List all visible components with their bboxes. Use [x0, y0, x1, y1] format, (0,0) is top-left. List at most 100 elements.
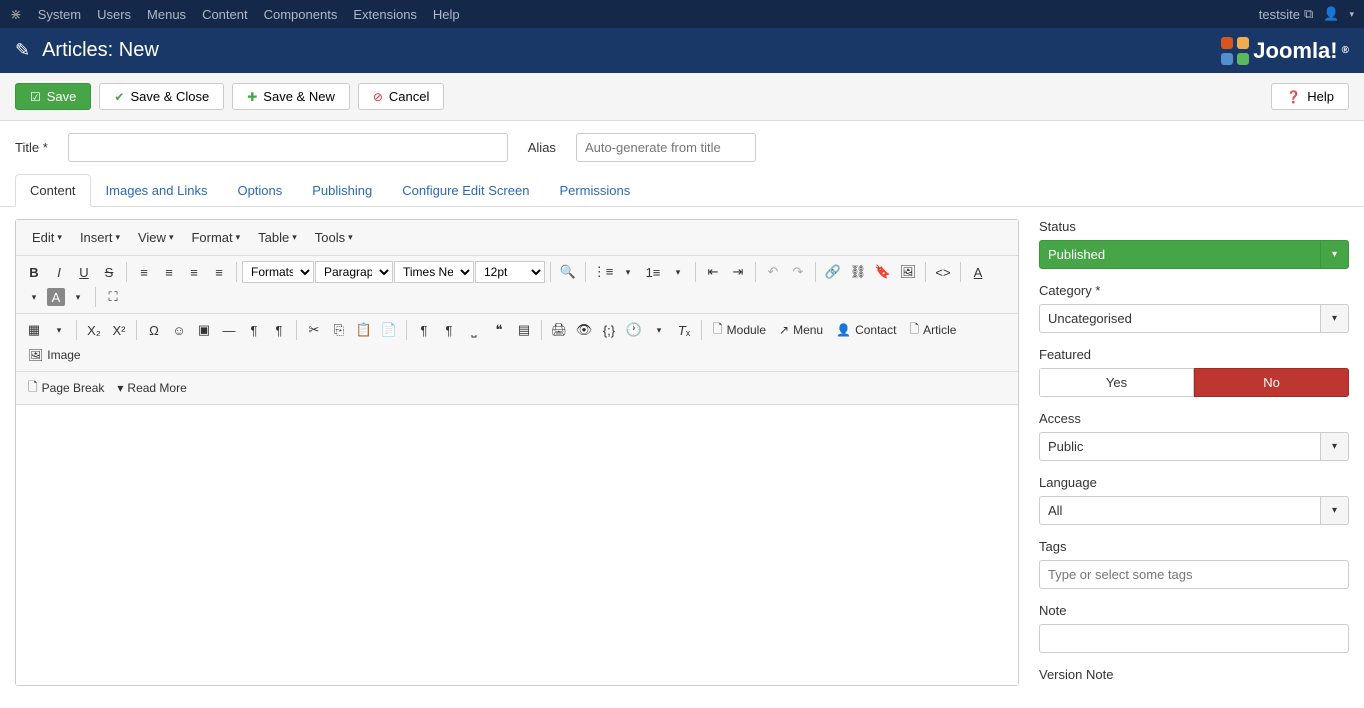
- rtl-icon[interactable]: ¶: [267, 318, 291, 342]
- clear-format-icon[interactable]: Tₓ: [672, 318, 696, 342]
- alias-input[interactable]: [576, 133, 756, 162]
- preview-icon[interactable]: 👁: [572, 318, 596, 342]
- anchor-icon[interactable]: 🔖: [871, 260, 895, 284]
- editor-menu-view[interactable]: View▾: [130, 226, 181, 249]
- caret-down-icon[interactable]: ▾: [22, 285, 46, 309]
- note-input[interactable]: [1039, 624, 1349, 653]
- contact-button[interactable]: 👤Contact: [830, 318, 902, 342]
- undo-icon[interactable]: ↶: [761, 260, 785, 284]
- italic-icon[interactable]: I: [47, 260, 71, 284]
- font-select[interactable]: Times Ne...: [394, 261, 474, 283]
- editor-menu-edit[interactable]: Edit▾: [24, 226, 70, 249]
- code-icon[interactable]: <>: [931, 260, 955, 284]
- paste-icon[interactable]: 📋: [352, 318, 376, 342]
- formats-select[interactable]: Formats: [242, 261, 314, 283]
- outdent-icon[interactable]: ⇤: [701, 260, 725, 284]
- image-button[interactable]: 🖼Image: [22, 343, 87, 367]
- ltr-icon[interactable]: ¶: [242, 318, 266, 342]
- save-button[interactable]: ☑Save: [15, 83, 91, 110]
- codesample-icon[interactable]: {;}: [597, 318, 621, 342]
- caret-down-icon[interactable]: ▾: [66, 285, 90, 309]
- strikethrough-icon[interactable]: S: [97, 260, 121, 284]
- caret-down-icon[interactable]: ▾: [647, 318, 671, 342]
- paragraph-select[interactable]: Paragraph: [315, 261, 393, 283]
- fullscreen-icon[interactable]: ⛶: [101, 285, 125, 309]
- readmore-button[interactable]: ▾Read More: [111, 376, 192, 400]
- access-select[interactable]: Public ▾: [1039, 432, 1349, 461]
- menu-button[interactable]: ↗Menu: [773, 318, 829, 342]
- help-button[interactable]: ❓Help: [1271, 83, 1349, 110]
- bold-icon[interactable]: B: [22, 260, 46, 284]
- editor-menu-table[interactable]: Table▾: [250, 226, 305, 249]
- image-icon[interactable]: 🖼: [896, 260, 920, 284]
- caret-down-icon[interactable]: ▾: [616, 260, 640, 284]
- pagebreak-button[interactable]: 🗋Page Break: [22, 376, 110, 400]
- link-icon[interactable]: 🔗: [821, 260, 845, 284]
- unlink-icon[interactable]: ⛓: [846, 260, 870, 284]
- save-new-button[interactable]: ✚Save & New: [232, 83, 350, 110]
- special-char-icon[interactable]: Ω: [142, 318, 166, 342]
- fontsize-select[interactable]: 12pt: [475, 261, 545, 283]
- blockquote-icon[interactable]: ❝: [487, 318, 511, 342]
- title-input[interactable]: [68, 133, 508, 162]
- superscript-icon[interactable]: X²: [107, 318, 131, 342]
- joomla-icon[interactable]: ⋇: [10, 6, 22, 23]
- number-list-icon[interactable]: 1≡: [641, 260, 665, 284]
- tags-input[interactable]: [1039, 560, 1349, 589]
- caret-down-icon[interactable]: ▾: [1321, 240, 1349, 269]
- menu-help[interactable]: Help: [433, 7, 460, 22]
- editor-menu-tools[interactable]: Tools▾: [307, 226, 361, 249]
- menu-content[interactable]: Content: [202, 7, 248, 22]
- show-blocks-icon[interactable]: ¶: [437, 318, 461, 342]
- caret-down-icon[interactable]: ▾: [1321, 496, 1349, 525]
- article-button[interactable]: 🗋Article: [903, 318, 962, 342]
- category-select[interactable]: Uncategorised ▾: [1039, 304, 1349, 333]
- caret-down-icon[interactable]: ▾: [47, 318, 71, 342]
- caret-down-icon[interactable]: ▾: [1321, 304, 1349, 333]
- align-justify-icon[interactable]: ≡: [207, 260, 231, 284]
- menu-users[interactable]: Users: [97, 7, 131, 22]
- caret-down-icon[interactable]: ▾: [666, 260, 690, 284]
- save-close-button[interactable]: ✔Save & Close: [99, 83, 224, 110]
- module-button[interactable]: 🗋Module: [707, 318, 772, 342]
- text-color-icon[interactable]: A: [966, 260, 990, 284]
- menu-system[interactable]: System: [38, 7, 81, 22]
- menu-components[interactable]: Components: [264, 7, 338, 22]
- user-icon[interactable]: 👤: [1323, 6, 1339, 22]
- editor-menu-format[interactable]: Format▾: [183, 226, 248, 249]
- tab-configure-edit[interactable]: Configure Edit Screen: [387, 174, 544, 206]
- site-link[interactable]: testsite ⧉: [1259, 6, 1313, 22]
- align-center-icon[interactable]: ≡: [157, 260, 181, 284]
- copy-icon[interactable]: ⎘: [327, 318, 351, 342]
- indent-icon[interactable]: ⇥: [726, 260, 750, 284]
- emoji-icon[interactable]: ☺: [167, 318, 191, 342]
- menu-extensions[interactable]: Extensions: [353, 7, 417, 22]
- menu-menus[interactable]: Menus: [147, 7, 186, 22]
- hr-icon[interactable]: ―: [217, 318, 241, 342]
- tab-options[interactable]: Options: [222, 174, 297, 206]
- editor-body[interactable]: [16, 405, 1018, 685]
- align-left-icon[interactable]: ≡: [132, 260, 156, 284]
- cut-icon[interactable]: ✂: [302, 318, 326, 342]
- underline-icon[interactable]: U: [72, 260, 96, 284]
- nbsp-icon[interactable]: ⎵: [462, 318, 486, 342]
- tab-publishing[interactable]: Publishing: [297, 174, 387, 206]
- caret-down-icon[interactable]: ▾: [1349, 9, 1354, 20]
- print-icon[interactable]: 🖨: [547, 318, 571, 342]
- table-icon[interactable]: ▦: [22, 318, 46, 342]
- cancel-button[interactable]: ⊘Cancel: [358, 83, 445, 110]
- align-right-icon[interactable]: ≡: [182, 260, 206, 284]
- language-select[interactable]: All ▾: [1039, 496, 1349, 525]
- redo-icon[interactable]: ↷: [786, 260, 810, 284]
- editor-menu-insert[interactable]: Insert▾: [72, 226, 128, 249]
- caret-down-icon[interactable]: ▾: [1321, 432, 1349, 461]
- tab-permissions[interactable]: Permissions: [544, 174, 645, 206]
- show-invisible-icon[interactable]: ¶: [412, 318, 436, 342]
- featured-yes[interactable]: Yes: [1039, 368, 1194, 397]
- media-icon[interactable]: ▣: [192, 318, 216, 342]
- featured-no[interactable]: No: [1194, 368, 1349, 397]
- bg-color-icon[interactable]: A: [47, 288, 65, 306]
- subscript-icon[interactable]: X₂: [82, 318, 106, 342]
- status-select[interactable]: Published ▾: [1039, 240, 1349, 269]
- paste-text-icon[interactable]: 📄: [377, 318, 401, 342]
